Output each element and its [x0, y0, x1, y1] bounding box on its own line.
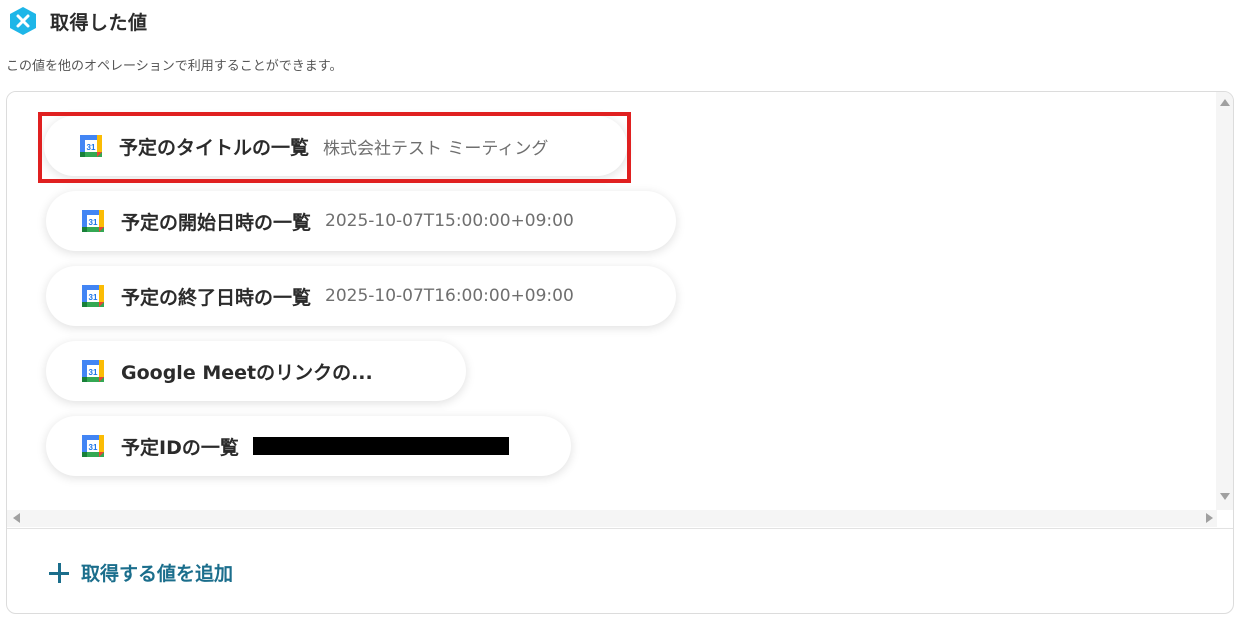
- value-item-sample: 2025-10-07T15:00:00+09:00: [325, 211, 574, 231]
- google-calendar-icon: 31: [81, 209, 105, 233]
- redacted-value-block: [252, 437, 509, 455]
- yoom-logo-icon: [8, 6, 38, 36]
- svg-text:31: 31: [89, 368, 98, 377]
- svg-text:31: 31: [89, 443, 98, 452]
- scroll-down-arrow-icon[interactable]: [1220, 493, 1230, 500]
- section-title: 取得した値: [50, 11, 148, 34]
- panel-divider: [7, 528, 1233, 529]
- value-item-meet-link-list[interactable]: 31 Google Meetのリンクの...: [46, 341, 466, 401]
- section-header: 取得した値: [8, 5, 148, 37]
- svg-text:31: 31: [89, 293, 98, 302]
- value-item-label: 予定の開始日時の一覧: [121, 211, 312, 234]
- google-calendar-icon: 31: [81, 359, 105, 383]
- value-item-label: 予定IDの一覧: [121, 436, 239, 459]
- svg-text:31: 31: [89, 218, 98, 227]
- selection-highlight: [38, 112, 631, 183]
- scroll-right-arrow-icon[interactable]: [1206, 513, 1213, 523]
- values-panel: 31 予定のタイトルの一覧 株式会社テスト ミーティング 31 予定の開始日時の…: [6, 91, 1234, 614]
- value-item-label: Google Meetのリンクの...: [121, 361, 373, 384]
- add-value-button[interactable]: 取得する値を追加: [49, 559, 233, 586]
- value-item-label: 予定の終了日時の一覧: [121, 286, 312, 309]
- add-value-label: 取得する値を追加: [81, 563, 234, 585]
- value-item-start-datetime-list[interactable]: 31 予定の開始日時の一覧 2025-10-07T15:00:00+09:00: [46, 191, 676, 251]
- google-calendar-icon: 31: [81, 284, 105, 308]
- scroll-up-arrow-icon[interactable]: [1220, 99, 1230, 106]
- google-calendar-icon: 31: [81, 434, 105, 458]
- value-item-sample: 2025-10-07T16:00:00+09:00: [325, 286, 574, 306]
- value-item-end-datetime-list[interactable]: 31 予定の終了日時の一覧 2025-10-07T16:00:00+09:00: [46, 266, 676, 326]
- vertical-scrollbar[interactable]: [1216, 92, 1233, 510]
- scroll-left-arrow-icon[interactable]: [13, 513, 20, 523]
- plus-icon: [49, 562, 69, 583]
- section-description: この値を他のオペレーションで利用することができます。: [6, 59, 343, 74]
- value-item-event-id-list[interactable]: 31 予定IDの一覧: [46, 416, 571, 476]
- values-list: 31 予定のタイトルの一覧 株式会社テスト ミーティング 31 予定の開始日時の…: [7, 92, 1217, 510]
- horizontal-scrollbar[interactable]: [7, 510, 1217, 527]
